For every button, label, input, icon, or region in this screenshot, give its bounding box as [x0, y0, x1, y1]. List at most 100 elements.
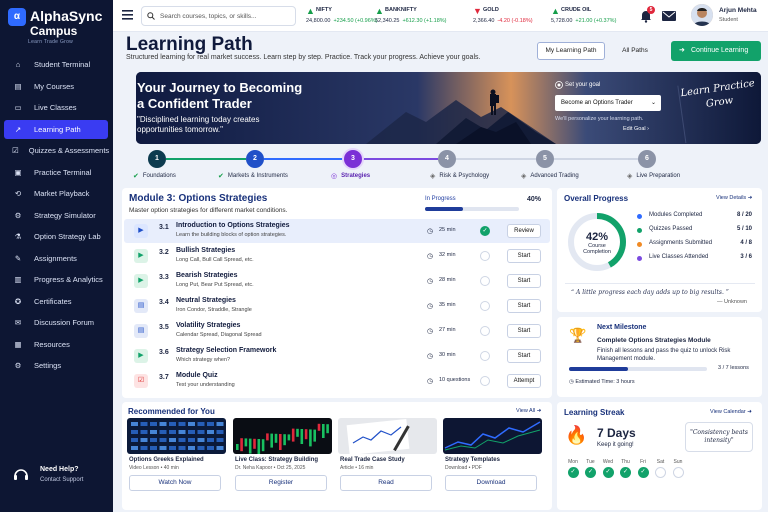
milestone-name: Complete Options Strategies Module — [597, 337, 711, 344]
sidebar-item-live-classes[interactable]: ▭ Live Classes — [4, 98, 108, 117]
view-all-link[interactable]: View All ➜ — [516, 408, 541, 414]
lesson-row[interactable]: ▤ 3.5 Volatility Strategies Calendar Spread… — [124, 319, 550, 343]
edit-goal-link[interactable]: Edit Goal › — [623, 126, 649, 132]
sidebar-item-progress-analytics[interactable]: ▥ Progress & Analytics — [4, 270, 108, 289]
recommended-item-button[interactable]: Register — [235, 475, 327, 491]
thumbnail-image[interactable] — [338, 418, 437, 454]
sidebar-item-label: Student Terminal — [34, 60, 91, 69]
goal-value: Become an Options Trader — [561, 100, 633, 106]
help-link[interactable]: Need Help? Contact Support — [12, 464, 107, 488]
sidebar-item-student-terminal[interactable]: ⌂ Student Terminal — [4, 55, 108, 74]
arrow-down-icon: ▼ — [473, 6, 482, 16]
lesson-row[interactable]: ☑ 3.7 Module Quiz Test your understanding ◷ 1… — [124, 369, 550, 393]
search-box[interactable] — [141, 6, 296, 26]
step-3[interactable]: 3 — [344, 150, 362, 168]
lesson-title: Strategy Selection Framework — [176, 347, 277, 354]
sidebar-item-strategy-simulator[interactable]: ⚙ Strategy Simulator — [4, 206, 108, 225]
step-5[interactable]: 5 — [536, 150, 554, 168]
step-label[interactable]: ◎ Strategies — [331, 172, 370, 180]
sidebar-item-practice-terminal[interactable]: ▣ Practice Terminal — [4, 163, 108, 182]
sidebar-item-market-playback[interactable]: ⟲ Market Playback — [4, 184, 108, 203]
progress-stat: Assignments Submitted 4 / 8 — [637, 240, 752, 250]
sidebar-item-resources[interactable]: ▦ Resources — [4, 335, 108, 354]
arrow-up-icon: ▲ — [375, 6, 384, 16]
lesson-row[interactable]: ▶ 3.6 Strategy Selection Framework Which st… — [124, 344, 550, 368]
thumbnail-image[interactable] — [233, 418, 332, 454]
lesson-row[interactable]: ▶ 3.3 Bearish Strategies Long Put, Bear Put… — [124, 269, 550, 293]
step-label[interactable]: ✔ Foundations — [133, 172, 176, 180]
goal-select[interactable]: Become an Options Trader ⌄ — [555, 95, 661, 111]
streak-title: Learning Streak — [564, 408, 625, 417]
step-label[interactable]: ✔ Markets & Instruments — [218, 172, 288, 180]
lesson-action-button[interactable]: Start — [507, 299, 541, 313]
lesson-number: 3.2 — [159, 249, 169, 256]
step-label[interactable]: ◈ Risk & Psychology — [430, 172, 489, 180]
check-icon: ✓ — [637, 467, 649, 478]
day-label: Wed — [602, 459, 614, 465]
lesson-action-button[interactable]: Start — [507, 274, 541, 288]
step-6[interactable]: 6 — [638, 150, 656, 168]
check-circle-icon: ✔ — [218, 173, 224, 180]
sidebar-item-assignments[interactable]: ✎ Assignments — [4, 249, 108, 268]
recommended-item[interactable]: Live Class: Strategy Building Dr. Neha Ka… — [233, 418, 332, 508]
step-4[interactable]: 4 — [438, 150, 456, 168]
sidebar-item-my-courses[interactable]: ▤ My Courses — [4, 77, 108, 96]
sidebar-item-certificates[interactable]: ✪ Certificates — [4, 292, 108, 311]
step-2[interactable]: 2 — [246, 150, 264, 168]
step-label[interactable]: ◈ Live Preparation — [627, 172, 680, 180]
recommended-item[interactable]: Strategy Templates Download • PDF Download — [443, 418, 542, 508]
edit-goal-label: Edit Goal — [623, 126, 646, 132]
thumbnail-image[interactable] — [127, 418, 226, 454]
view-calendar-link[interactable]: View Calendar ➜ — [710, 409, 752, 415]
step-1[interactable]: 1 — [148, 150, 166, 168]
lesson-action-button[interactable]: Start — [507, 349, 541, 363]
recommended-item-button[interactable]: Watch Now — [129, 475, 221, 491]
clock-icon: ◷ — [427, 353, 434, 360]
avatar[interactable] — [691, 4, 713, 26]
search-icon — [147, 12, 155, 20]
arrow-up-icon: ▲ — [306, 6, 315, 16]
sidebar-item-quizzes-assessments[interactable]: ☑ Quizzes & Assessments — [4, 141, 109, 160]
lesson-duration: 10 questions — [439, 377, 471, 383]
step-label[interactable]: ◈ Advanced Trading — [521, 172, 579, 180]
empty-day-circle — [672, 467, 684, 478]
all-paths-button[interactable]: All Paths — [611, 42, 659, 60]
resources-icon: ▦ — [14, 339, 22, 349]
lesson-action-button[interactable]: Start — [507, 324, 541, 338]
brand[interactable]: α AlphaSync Campus Learn Trade Grow — [8, 8, 108, 48]
lesson-action-button[interactable]: Review — [507, 224, 541, 238]
view-details-link[interactable]: View Details ➜ — [716, 195, 752, 201]
sidebar-item-discussion-forum[interactable]: ✉ Discussion Forum — [4, 313, 108, 332]
lesson-row[interactable]: ▶ 3.1 Introduction to Options Strategies Le… — [124, 219, 550, 243]
sidebar-item-settings[interactable]: ⚙ Settings — [4, 356, 108, 375]
sidebar-item-option-strategy-lab[interactable]: ⚗ Option Strategy Lab — [4, 227, 108, 246]
recommended-item-title: Real Trade Case Study — [340, 457, 405, 463]
sidebar-item-label: Learning Path — [34, 124, 81, 134]
recommended-item[interactable]: Real Trade Case Study Article • 16 min Rea… — [338, 418, 437, 508]
lesson-row[interactable]: ▶ 3.2 Bullish Strategies Long Call, Bull Ca… — [124, 244, 550, 268]
lesson-duration: 35 min — [439, 302, 456, 308]
continue-learning-button[interactable]: ➜ Continue Learning — [671, 41, 761, 61]
search-input[interactable] — [160, 10, 290, 22]
lesson-row[interactable]: ▤ 3.4 Neutral Strategies Iron Condor, Strad… — [124, 294, 550, 318]
recommended-item[interactable]: Options Greeks Explained Video Lesson • 4… — [127, 418, 226, 508]
thumbnail-image[interactable] — [443, 418, 542, 454]
video-icon: ▭ — [14, 103, 22, 112]
mail-icon[interactable] — [662, 11, 676, 21]
user-name[interactable]: Arjun Mehta — [719, 7, 757, 14]
brand-name: AlphaSync — [30, 8, 103, 24]
recommended-item-meta: Article • 16 min — [340, 465, 374, 471]
lesson-action-button[interactable]: Attempt — [507, 374, 541, 388]
recommended-card: Recommended for You View All ➜ Options G… — [122, 402, 552, 510]
sidebar-item-learning-path[interactable]: ↗ Learning Path — [4, 119, 108, 139]
recommended-item-button[interactable]: Download — [445, 475, 537, 491]
lesson-title: Module Quiz — [176, 372, 218, 379]
menu-icon[interactable] — [122, 10, 133, 20]
recommended-item-button[interactable]: Read — [340, 475, 432, 491]
lesson-action-button[interactable]: Start — [507, 249, 541, 263]
home-icon: ⌂ — [15, 60, 21, 69]
my-learning-path-button[interactable]: My Learning Path — [537, 42, 605, 60]
clock-icon: ◷ — [427, 228, 434, 235]
streak-sub: Keep it going! — [597, 442, 634, 448]
check-icon: ✓ — [620, 467, 631, 478]
